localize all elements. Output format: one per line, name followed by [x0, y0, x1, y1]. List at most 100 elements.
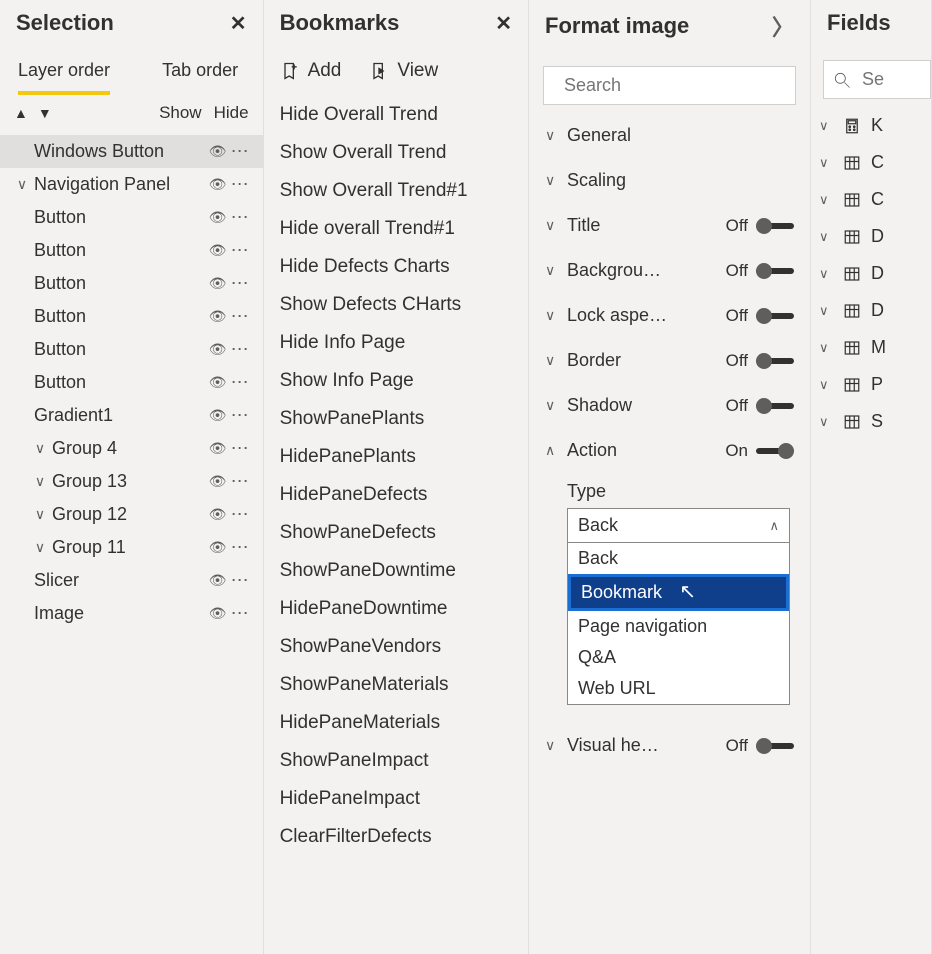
chevron-down-icon[interactable]: ∨ [28, 440, 52, 457]
more-icon[interactable]: ⋯ [231, 141, 253, 162]
visibility-icon[interactable]: 👁 [209, 143, 231, 160]
visibility-icon[interactable]: 👁 [209, 341, 231, 358]
dropdown-option[interactable]: Q&A [568, 642, 789, 673]
bookmark-item[interactable]: ShowPaneImpact [264, 742, 528, 780]
bookmark-item[interactable]: HidePanePlants [264, 438, 528, 476]
search-input[interactable] [564, 75, 796, 96]
selection-item[interactable]: ∨Group 11👁⋯ [0, 531, 263, 564]
chevron-down-icon[interactable]: ∨ [819, 340, 833, 356]
format-section[interactable]: ∨TitleOff [529, 203, 810, 248]
format-section[interactable]: ∨General [529, 113, 810, 158]
field-item[interactable]: ∨C [811, 144, 931, 181]
bookmark-item[interactable]: ShowPaneDowntime [264, 552, 528, 590]
format-section[interactable]: ∨Lock aspe…Off [529, 293, 810, 338]
chevron-down-icon[interactable]: ∨ [819, 118, 833, 134]
more-icon[interactable]: ⋯ [231, 438, 253, 459]
selection-item[interactable]: ∨Navigation Panel👁⋯ [0, 168, 263, 201]
dropdown-option[interactable]: Bookmark↖ [568, 574, 789, 611]
close-icon[interactable]: ✕ [495, 11, 512, 36]
add-bookmark-button[interactable]: Add [280, 60, 342, 82]
visibility-icon[interactable]: 👁 [209, 209, 231, 226]
bookmark-item[interactable]: HidePaneMaterials [264, 704, 528, 742]
selection-item[interactable]: Slicer👁⋯ [0, 564, 263, 597]
selection-item[interactable]: ∨Group 12👁⋯ [0, 498, 263, 531]
format-section[interactable]: ∨Backgrou…Off [529, 248, 810, 293]
bookmark-item[interactable]: Hide Info Page [264, 324, 528, 362]
fields-search[interactable] [823, 60, 931, 99]
toggle-switch[interactable] [756, 313, 794, 319]
more-icon[interactable]: ⋯ [231, 174, 253, 195]
visibility-icon[interactable]: 👁 [209, 242, 231, 259]
visibility-icon[interactable]: 👁 [209, 407, 231, 424]
field-item[interactable]: ∨P [811, 366, 931, 403]
chevron-down-icon[interactable]: ∨ [545, 127, 567, 144]
dropdown-option[interactable]: Web URL [568, 673, 789, 704]
dropdown-option[interactable]: Back [568, 543, 789, 574]
bookmark-item[interactable]: ShowPaneVendors [264, 628, 528, 666]
chevron-down-icon[interactable]: ∨ [545, 352, 567, 369]
more-icon[interactable]: ⋯ [231, 207, 253, 228]
bookmark-item[interactable]: Show Overall Trend [264, 134, 528, 172]
chevron-up-icon[interactable]: ∧ [545, 442, 567, 459]
bookmark-item[interactable]: Hide overall Trend#1 [264, 210, 528, 248]
visibility-icon[interactable]: 👁 [209, 308, 231, 325]
bookmark-item[interactable]: ShowPaneDefects [264, 514, 528, 552]
bookmark-item[interactable]: Show Info Page [264, 362, 528, 400]
more-icon[interactable]: ⋯ [231, 471, 253, 492]
more-icon[interactable]: ⋯ [231, 537, 253, 558]
chevron-down-icon[interactable]: ∨ [545, 307, 567, 324]
bookmark-item[interactable]: Show Defects CHarts [264, 286, 528, 324]
more-icon[interactable]: ⋯ [231, 339, 253, 360]
selection-item[interactable]: Button👁⋯ [0, 366, 263, 399]
move-up-icon[interactable]: ▲ [14, 105, 28, 121]
chevron-down-icon[interactable]: ∨ [545, 217, 567, 234]
selection-item[interactable]: ∨Group 4👁⋯ [0, 432, 263, 465]
chevron-down-icon[interactable]: ∨ [545, 262, 567, 279]
toggle-switch[interactable] [756, 743, 794, 749]
chevron-down-icon[interactable]: ∨ [10, 176, 34, 193]
view-bookmark-button[interactable]: View [369, 60, 438, 82]
toggle-switch[interactable] [756, 403, 794, 409]
field-item[interactable]: ∨M [811, 329, 931, 366]
more-icon[interactable]: ⋯ [231, 405, 253, 426]
format-section[interactable]: ∨BorderOff [529, 338, 810, 383]
field-item[interactable]: ∨C [811, 181, 931, 218]
field-item[interactable]: ∨D [811, 255, 931, 292]
selection-item[interactable]: Button👁⋯ [0, 267, 263, 300]
more-icon[interactable]: ⋯ [231, 504, 253, 525]
selection-item[interactable]: Button👁⋯ [0, 300, 263, 333]
visibility-icon[interactable]: 👁 [209, 374, 231, 391]
field-item[interactable]: ∨D [811, 218, 931, 255]
more-icon[interactable]: ⋯ [231, 240, 253, 261]
selection-item[interactable]: ∨Group 13👁⋯ [0, 465, 263, 498]
chevron-down-icon[interactable]: ∨ [28, 539, 52, 556]
chevron-down-icon[interactable]: ∨ [545, 172, 567, 189]
format-section[interactable]: ∧ActionOn [529, 428, 810, 473]
chevron-down-icon[interactable]: ∨ [545, 397, 567, 414]
bookmark-item[interactable]: Hide Defects Charts [264, 248, 528, 286]
bookmark-item[interactable]: ClearFilterDefects [264, 818, 528, 856]
more-icon[interactable]: ⋯ [231, 273, 253, 294]
chevron-down-icon[interactable]: ∨ [819, 414, 833, 430]
visibility-icon[interactable]: 👁 [209, 605, 231, 622]
selection-item[interactable]: Button👁⋯ [0, 234, 263, 267]
selection-item[interactable]: Image👁⋯ [0, 597, 263, 630]
format-search[interactable] [543, 66, 796, 105]
tab-tab-order[interactable]: Tab order [162, 60, 238, 95]
chevron-down-icon[interactable]: ∨ [545, 737, 567, 754]
visibility-icon[interactable]: 👁 [209, 572, 231, 589]
more-icon[interactable]: ⋯ [231, 570, 253, 591]
hide-all-button[interactable]: Hide [214, 103, 249, 123]
toggle-switch[interactable] [756, 268, 794, 274]
visibility-icon[interactable]: 👁 [209, 473, 231, 490]
bookmark-item[interactable]: ShowPaneMaterials [264, 666, 528, 704]
chevron-down-icon[interactable]: ∨ [819, 192, 833, 208]
format-section[interactable]: ∨Visual he…Off [529, 723, 810, 768]
chevron-down-icon[interactable]: ∨ [28, 473, 52, 490]
more-icon[interactable]: ⋯ [231, 603, 253, 624]
toggle-switch[interactable] [756, 448, 794, 454]
field-item[interactable]: ∨K [811, 107, 931, 144]
bookmark-item[interactable]: HidePaneDefects [264, 476, 528, 514]
format-section[interactable]: ∨Scaling [529, 158, 810, 203]
more-icon[interactable]: ⋯ [231, 372, 253, 393]
